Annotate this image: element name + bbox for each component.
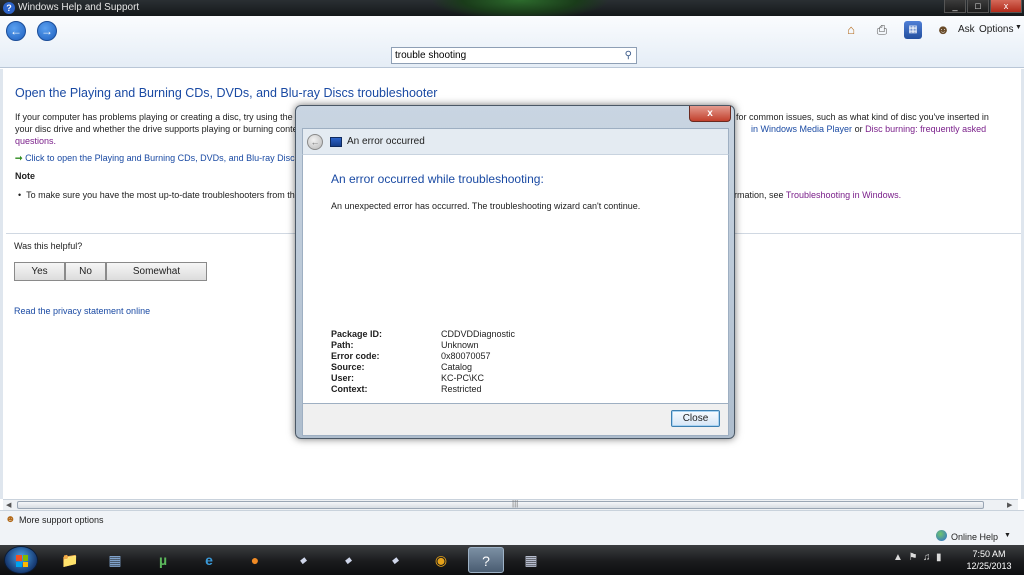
window-title: Windows Help and Support	[18, 2, 140, 13]
forward-arrow-icon[interactable]: →	[37, 21, 57, 41]
detail-key: Error code:	[331, 351, 380, 361]
options-dropdown-icon[interactable]: ▼	[1015, 24, 1022, 31]
firefox-icon[interactable]: ●	[237, 547, 273, 573]
bullet-icon: •	[18, 190, 27, 200]
wallpaper-decoration	[430, 0, 610, 16]
detail-key: Path:	[331, 340, 354, 350]
scroll-thumb[interactable]: |||	[17, 499, 984, 509]
scroll-left-icon[interactable]: ◀	[6, 501, 11, 509]
online-help-globe-icon	[936, 530, 947, 541]
note-tail: rmation, see Troubleshooting in Windows.	[734, 190, 901, 200]
mud-app-icon[interactable]: ◉	[423, 547, 459, 573]
note-heading: Note	[15, 171, 35, 181]
online-help-label[interactable]: Online Help	[951, 532, 998, 542]
more-support-options-link[interactable]: More support options	[19, 515, 104, 525]
support-options-icon[interactable]: ☻	[5, 514, 16, 525]
back-arrow-icon[interactable]: ←	[6, 21, 26, 41]
clock[interactable]: 7:50 AM 12/25/2013	[958, 548, 1020, 572]
dialog-body: An error occurred while troubleshooting:…	[302, 154, 729, 404]
control-panel-icon[interactable]: ▦	[97, 547, 133, 573]
online-help-dropdown-icon[interactable]: ▼	[1004, 532, 1011, 539]
explorer-icon[interactable]: 📁	[52, 547, 88, 573]
open-troubleshooter-text[interactable]: Click to open the Playing and Burning CD…	[25, 153, 304, 163]
detail-key: User:	[331, 373, 355, 383]
toolbar: ← → ⚲ ⌂ ⎙ ▦ ☻ Ask Options ▼	[0, 16, 1024, 68]
open-troubleshooter-link[interactable]: ➞ Click to open the Playing and Burning …	[15, 153, 304, 164]
close-button[interactable]: Close	[671, 410, 720, 427]
start-button[interactable]	[4, 546, 38, 574]
help-home-icon[interactable]: ⌂	[842, 21, 860, 39]
minimize-button[interactable]: _	[944, 0, 966, 13]
browse-help-icon[interactable]: ▦	[904, 21, 922, 39]
helpful-question: Was this helpful?	[14, 241, 83, 251]
search-input[interactable]	[392, 48, 617, 63]
search-icon[interactable]: ⚲	[625, 50, 632, 61]
scroll-grip-icon: |||	[512, 499, 519, 508]
window-title-bar[interactable]: ? Windows Help and Support _ □ x	[0, 0, 1024, 16]
disc-burning-faq-link-cont[interactable]: questions.	[15, 135, 56, 147]
ask-label[interactable]: Ask	[958, 24, 975, 35]
utorrent-icon[interactable]: µ	[145, 547, 181, 573]
detail-key: Package ID:	[331, 329, 383, 339]
help-app-icon: ?	[3, 2, 15, 14]
para-line-1-start: If your computer has problems playing or…	[15, 112, 293, 122]
dialog-footer: Close	[302, 404, 729, 436]
print-icon[interactable]: ⎙	[873, 21, 891, 39]
error-heading: An error occurred while troubleshooting:	[331, 172, 544, 186]
clock-date: 12/25/2013	[966, 561, 1012, 571]
somewhat-button[interactable]: Somewhat	[106, 262, 207, 281]
detail-value: KC-PC\KC	[441, 373, 485, 383]
error-dialog: x ← An error occurred An error occurred …	[295, 105, 735, 439]
scroll-right-icon[interactable]: ▶	[1007, 501, 1012, 509]
status-bar: Online Help ▼	[0, 527, 1024, 545]
privacy-statement-link[interactable]: Read the privacy statement online	[14, 306, 150, 316]
no-button[interactable]: No	[65, 262, 106, 281]
mud-client-icon[interactable]: ◆	[377, 547, 413, 573]
mud-client-icon[interactable]: ◆	[330, 547, 366, 573]
horizontal-scrollbar[interactable]: ◀ ||| ▶	[3, 499, 1018, 510]
dialog-header: ← An error occurred	[302, 128, 729, 154]
taskbar: 📁 ▦ µ e ● ◆ ◆ ◆ ◉ ? ▦ ▲ ⚑ ♫ ▮ 7:50 AM 12…	[0, 545, 1024, 575]
green-arrow-icon: ➞	[15, 153, 23, 163]
dialog-back-icon[interactable]: ←	[307, 134, 323, 150]
detail-value: CDDVDDiagnostic	[441, 329, 516, 339]
internet-explorer-icon[interactable]: e	[191, 547, 227, 573]
para-line-1-end: for common issues, such as what kind of …	[736, 112, 989, 122]
page-title: Open the Playing and Burning CDs, DVDs, …	[15, 86, 438, 100]
note-bullet: • To make sure you have the most up-to-d…	[18, 190, 295, 200]
note-tail-text: rmation, see	[734, 190, 784, 200]
ask-people-icon[interactable]: ☻	[934, 21, 952, 39]
search-box[interactable]: ⚲	[391, 47, 637, 64]
error-message: An unexpected error has occurred. The tr…	[331, 201, 641, 211]
or-text: or	[854, 124, 863, 134]
maximize-button[interactable]: □	[967, 0, 989, 13]
windows-logo-icon	[16, 555, 28, 567]
troubleshooter-taskbar-icon[interactable]: ▦	[513, 547, 549, 573]
note-bullet-text: To make sure you have the most up-to-dat…	[26, 190, 295, 200]
options-label[interactable]: Options	[979, 24, 1013, 35]
support-bar: ☻ More support options	[0, 510, 1024, 527]
detail-value: Catalog	[441, 362, 473, 372]
dialog-close-x-button[interactable]: x	[689, 106, 731, 122]
detail-value: Unknown	[441, 340, 479, 350]
detail-value: Restricted	[441, 384, 482, 394]
detail-key: Source:	[331, 362, 365, 372]
detail-key: Context:	[331, 384, 368, 394]
troubleshooting-in-windows-link[interactable]: Troubleshooting in Windows.	[786, 190, 901, 200]
close-window-button[interactable]: x	[990, 0, 1022, 13]
help-support-taskbar-icon[interactable]: ?	[468, 547, 504, 573]
yes-button[interactable]: Yes	[14, 262, 65, 281]
system-tray[interactable]: ▲ ⚑ ♫ ▮	[893, 552, 942, 563]
media-player-link[interactable]: in Windows Media Player	[751, 124, 852, 134]
troubleshooter-flag-icon	[330, 137, 342, 147]
detail-value: 0x80070057	[441, 351, 491, 361]
disc-burning-faq-link[interactable]: Disc burning: frequently asked	[865, 124, 986, 134]
para-line-2-end: in Windows Media Player or Disc burning:…	[751, 123, 986, 135]
mud-client-icon[interactable]: ◆	[285, 547, 321, 573]
clock-time: 7:50 AM	[972, 549, 1006, 559]
dialog-title: An error occurred	[347, 136, 425, 147]
para-line-2-start: your disc drive and whether the drive su…	[15, 124, 298, 134]
